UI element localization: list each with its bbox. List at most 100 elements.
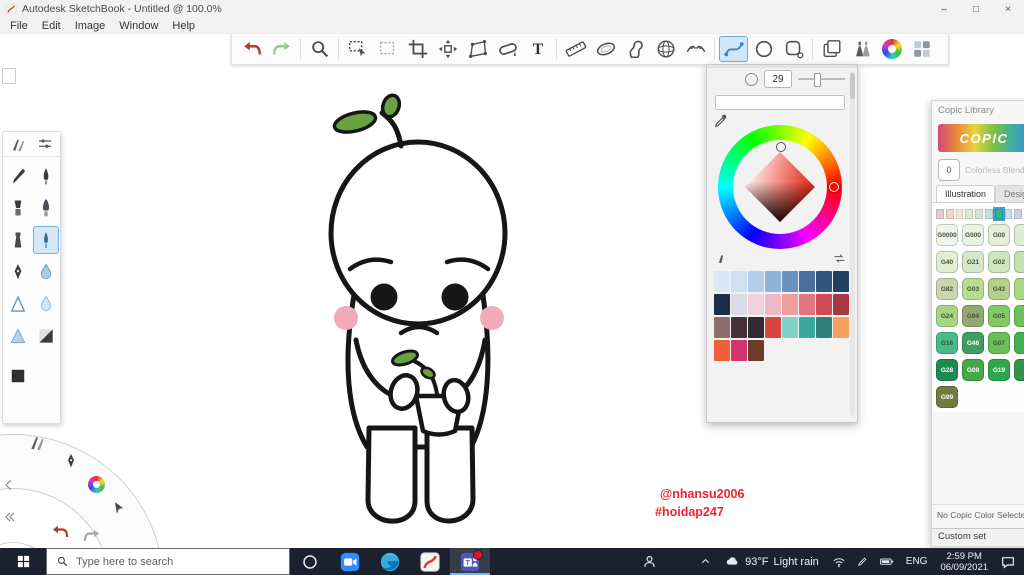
panel-handle[interactable] <box>2 68 16 84</box>
copic-chip-G82[interactable]: G82 <box>936 278 958 300</box>
tool-color-editor[interactable] <box>877 36 906 62</box>
people-icon[interactable] <box>633 548 666 575</box>
color-swatch[interactable] <box>714 317 730 338</box>
brush-size-value[interactable]: 29 <box>764 70 792 88</box>
brush-flow-brush[interactable] <box>32 226 59 254</box>
color-swatch[interactable] <box>799 271 815 292</box>
color-swatch[interactable] <box>714 271 730 292</box>
family-swatch[interactable] <box>1004 209 1013 219</box>
color-swatch[interactable] <box>731 317 747 338</box>
tool-zoom[interactable] <box>305 36 334 62</box>
color-swatch[interactable] <box>731 294 747 315</box>
color-swatch[interactable] <box>714 340 730 361</box>
copic-chip-G000[interactable]: G000 <box>962 224 984 246</box>
lagoon-color-wheel-icon[interactable] <box>88 476 105 493</box>
family-swatch[interactable] <box>965 209 974 219</box>
saturation-diamond[interactable] <box>745 152 815 222</box>
copic-chip-G28[interactable]: G28 <box>936 359 958 381</box>
color-swatch[interactable] <box>765 271 781 292</box>
copic-chip[interactable] <box>1014 224 1024 246</box>
copic-chip-G19[interactable]: G19 <box>988 359 1010 381</box>
taskbar-app-teams[interactable]: T <box>450 548 490 575</box>
color-swatch[interactable] <box>748 340 764 361</box>
tab-illustration[interactable]: Illustration <box>936 185 996 202</box>
tool-crop[interactable] <box>403 36 432 62</box>
tool-shape-tool[interactable] <box>779 36 808 62</box>
tool-french-curve[interactable] <box>621 36 650 62</box>
color-puck-icon[interactable] <box>745 72 758 86</box>
color-swatch[interactable] <box>714 294 730 315</box>
family-swatch[interactable] <box>992 207 1005 221</box>
copic-chip-G09[interactable]: G09 <box>962 359 984 381</box>
eyedropper-icon[interactable] <box>713 113 729 129</box>
sliders-icon[interactable] <box>36 135 54 153</box>
copic-chip-G21[interactable]: G21 <box>962 251 984 273</box>
lagoon-undo-icon[interactable] <box>50 522 70 542</box>
tool-transform[interactable] <box>433 36 462 62</box>
tool-color-palette[interactable] <box>907 36 936 62</box>
swap-colors-icon[interactable] <box>832 251 847 266</box>
hidden-icons-chevron[interactable] <box>694 548 717 575</box>
color-swatch[interactable] <box>782 271 798 292</box>
menu-window[interactable]: Window <box>112 20 165 32</box>
family-swatch[interactable] <box>984 209 993 219</box>
color-swatch[interactable] <box>782 294 798 315</box>
tool-predictive-stroke[interactable] <box>719 36 748 62</box>
menu-image[interactable]: Image <box>68 20 113 32</box>
copic-chip-G46[interactable]: G46 <box>962 332 984 354</box>
lagoon-double-chevron-icon[interactable] <box>3 510 17 524</box>
action-center-icon[interactable] <box>994 554 1024 570</box>
color-swatch[interactable] <box>833 317 849 338</box>
tool-layer-editor[interactable] <box>817 36 846 62</box>
diamond-selector-dot[interactable] <box>776 142 786 152</box>
color-swatch[interactable] <box>765 294 781 315</box>
brush-paintbrush[interactable] <box>33 194 59 222</box>
size-slider-handle[interactable] <box>814 73 822 87</box>
copic-chip-G05[interactable]: G05 <box>988 305 1010 327</box>
family-swatch[interactable] <box>975 209 983 219</box>
tool-selection[interactable] <box>343 36 372 62</box>
saturation-bar[interactable] <box>715 95 845 110</box>
network-icon[interactable] <box>827 548 851 575</box>
family-swatch[interactable] <box>945 209 954 219</box>
color-panel-scrollbar[interactable] <box>850 71 855 416</box>
color-swatch[interactable] <box>833 294 849 315</box>
family-swatch[interactable] <box>955 209 964 219</box>
copic-chip-G99[interactable]: G99 <box>936 386 958 408</box>
copic-chip-G16[interactable]: G16 <box>936 332 958 354</box>
start-button[interactable] <box>0 548 46 575</box>
tool-ruler[interactable] <box>561 36 590 62</box>
weather-widget[interactable]: 93°F Light rain <box>717 554 827 569</box>
brush-marker[interactable] <box>5 194 31 222</box>
taskbar-app-zoom[interactable] <box>330 548 370 575</box>
brush-smear[interactable] <box>5 290 31 318</box>
copic-chip[interactable] <box>1014 278 1024 300</box>
color-swatch[interactable] <box>816 317 832 338</box>
color-swatch[interactable] <box>816 294 832 315</box>
family-swatch[interactable] <box>936 209 944 219</box>
double-brush-icon[interactable] <box>10 135 28 153</box>
brush-airbrush[interactable] <box>5 226 31 254</box>
tool-copic-library[interactable] <box>847 36 876 62</box>
color-swatch[interactable] <box>782 317 798 338</box>
lagoon-brush-icon[interactable] <box>28 432 48 452</box>
tool-ellipse-guide[interactable] <box>591 36 620 62</box>
taskbar-app-edge[interactable] <box>370 548 410 575</box>
copic-chip[interactable] <box>1014 359 1024 381</box>
lagoon-redo-icon[interactable] <box>82 526 102 546</box>
color-swatch[interactable] <box>765 317 781 338</box>
lagoon-cursor-icon[interactable] <box>110 500 127 517</box>
copic-chip[interactable] <box>1014 332 1024 354</box>
tab-design[interactable]: Design <box>995 185 1024 202</box>
copic-chip-G24[interactable]: G24 <box>936 305 958 327</box>
color-swatch[interactable] <box>748 294 764 315</box>
colorless-blender-row[interactable]: 0 Colorless Blender <box>938 159 1024 181</box>
marker-tip-icon[interactable] <box>715 251 730 266</box>
tool-undo[interactable] <box>237 36 266 62</box>
brush-pencil[interactable] <box>5 162 31 190</box>
copic-chip-G03[interactable]: G03 <box>962 278 984 300</box>
brush-soft-drop[interactable] <box>33 290 59 318</box>
copic-chip-G43[interactable]: G43 <box>988 278 1010 300</box>
tool-ellipse-tool[interactable] <box>749 36 778 62</box>
copic-chip-G94[interactable]: G94 <box>962 305 984 327</box>
